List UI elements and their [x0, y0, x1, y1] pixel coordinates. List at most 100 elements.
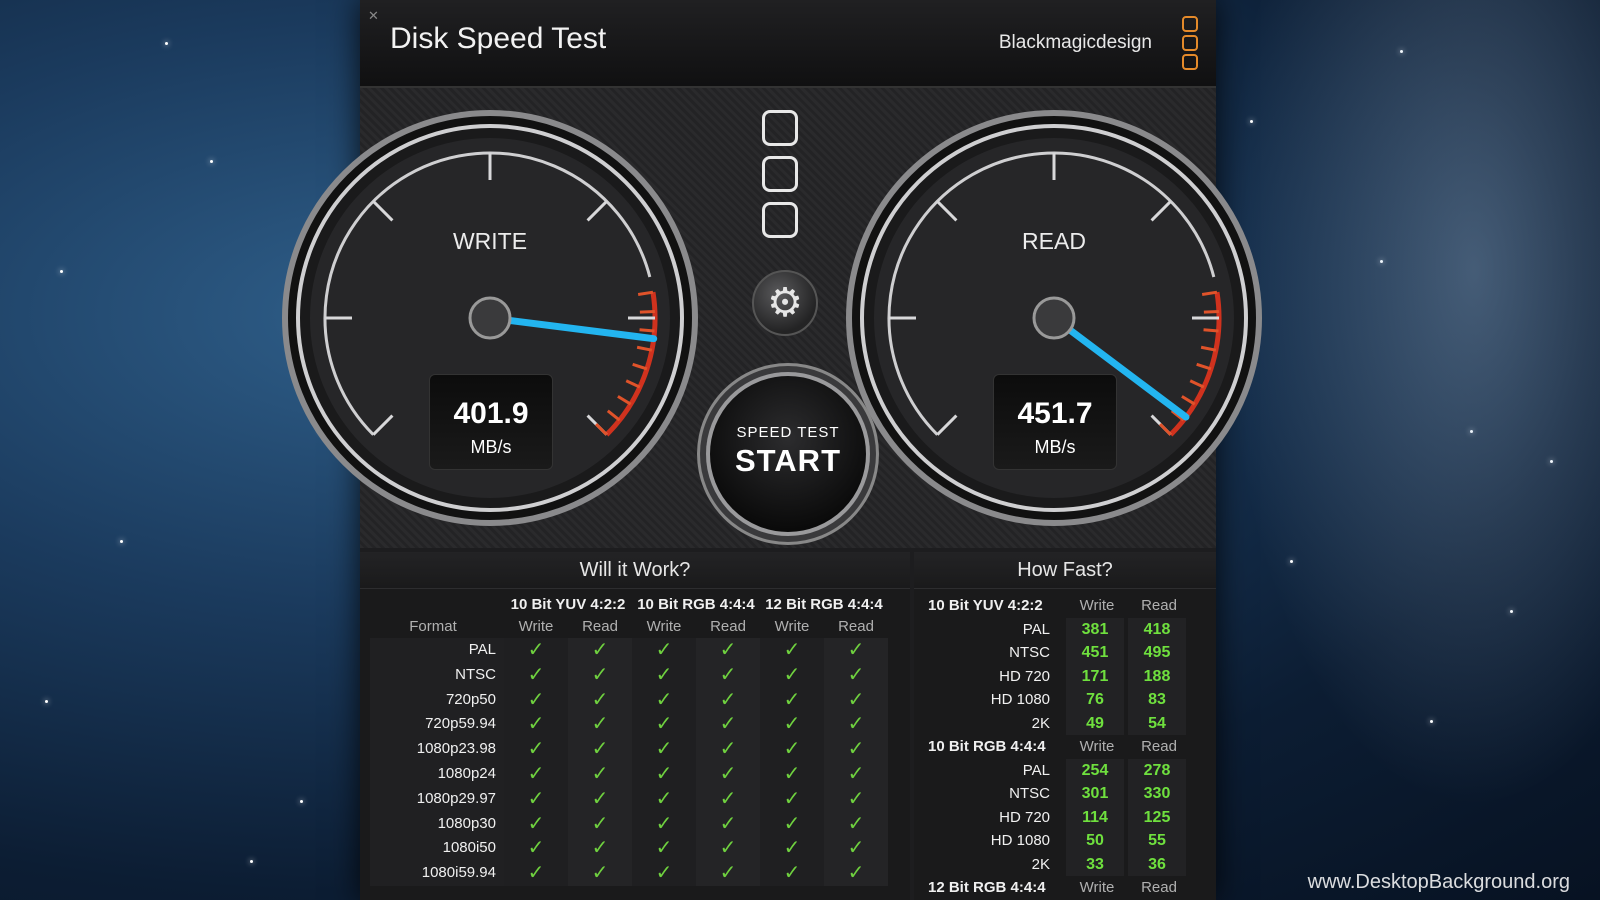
will-it-work-table: 10 Bit YUV 4:2:2 10 Bit RGB 4:4:4 12 Bit… — [370, 594, 898, 886]
read-speed-cell: 54 — [1128, 711, 1186, 735]
blackmagic-logo-icon — [1182, 16, 1198, 72]
gauge-redline-tick — [639, 328, 655, 333]
start-button-caption: SPEED TEST — [736, 424, 840, 441]
group-header: 10 Bit RGB 4:4:4 — [637, 596, 755, 613]
check-icon: ✓ — [760, 861, 824, 886]
write-speed-cell: 301 — [1066, 782, 1124, 806]
format-cell: 720p59.94 — [370, 712, 504, 738]
table-row: 720p50 ✓ ✓ ✓ ✓ ✓ ✓ — [370, 687, 898, 713]
read-speed-unit: MB/s — [1034, 437, 1076, 457]
read-speed-cell: 278 — [1128, 758, 1186, 783]
table-row: HD 720 171 188 — [928, 664, 1204, 689]
read-readout: 451.7 MB/s — [993, 374, 1117, 470]
gear-icon: ⚙ — [767, 281, 803, 325]
read-col-header: Read — [1141, 878, 1177, 896]
blackmagic-center-logo-icon — [762, 110, 800, 248]
check-icon: ✓ — [824, 687, 888, 713]
table-row: HD 720 114 125 — [928, 805, 1204, 830]
write-speed-cell: 171 — [1066, 664, 1124, 689]
will-it-work-panel: Will it Work? 10 Bit YUV 4:2:2 10 Bit RG… — [360, 552, 910, 900]
star — [45, 700, 48, 703]
group-name: 12 Bit RGB 4:4:4 — [928, 878, 1046, 896]
write-speed-cell: 114 — [1066, 805, 1124, 830]
star — [165, 42, 168, 45]
table-row: 1080p29.97 ✓ ✓ ✓ ✓ ✓ ✓ — [370, 786, 898, 812]
check-icon: ✓ — [760, 786, 824, 812]
check-icon: ✓ — [504, 861, 568, 886]
table-row: PAL 381 418 — [928, 618, 1204, 642]
check-icon: ✓ — [696, 786, 760, 812]
check-icon: ✓ — [696, 836, 760, 862]
check-icon: ✓ — [824, 861, 888, 886]
check-icon: ✓ — [632, 861, 696, 886]
subcol-header: Read — [582, 618, 618, 635]
check-icon: ✓ — [760, 836, 824, 862]
how-fast-group-header: 10 Bit YUV 4:2:2 Write Read — [928, 594, 1204, 618]
check-icon: ✓ — [696, 861, 760, 886]
check-icon: ✓ — [504, 811, 568, 837]
check-icon: ✓ — [696, 687, 760, 713]
write-speed-cell: 254 — [1066, 758, 1124, 783]
settings-button[interactable]: ⚙ — [752, 270, 818, 336]
will-it-work-rows: PAL ✓ ✓ ✓ ✓ ✓ ✓ NTSC ✓ ✓ ✓ ✓ ✓ ✓ 720p50 ✓ ✓ ✓ ✓ ✓ ✓ 720p59.94… — [370, 638, 898, 886]
table-row: NTSC 451 495 — [928, 641, 1204, 665]
how-fast-table: 10 Bit YUV 4:2:2 Write Read PAL 381 418 NTSC 45… — [928, 594, 1204, 900]
format-cell: NTSC — [1009, 644, 1050, 662]
check-icon: ✓ — [696, 737, 760, 762]
format-cell: 1080i50 — [370, 836, 504, 862]
check-icon: ✓ — [632, 712, 696, 738]
format-cell: 720p50 — [370, 687, 504, 713]
read-col-header: Read — [1141, 737, 1177, 755]
app-title: Disk Speed Test — [390, 22, 607, 55]
table-row: 1080p24 ✓ ✓ ✓ ✓ ✓ ✓ — [370, 761, 898, 787]
check-icon: ✓ — [504, 712, 568, 738]
check-icon: ✓ — [568, 761, 632, 787]
table-row: 1080p30 ✓ ✓ ✓ ✓ ✓ ✓ — [370, 811, 898, 837]
disk-speed-test-window: ✕ Disk Speed Test Blackmagicdesign WRITE… — [282, 0, 1262, 900]
read-speed-cell: 495 — [1128, 641, 1186, 665]
read-speed-cell: 36 — [1128, 852, 1186, 876]
check-icon: ✓ — [696, 712, 760, 738]
check-icon: ✓ — [824, 761, 888, 787]
star — [300, 800, 303, 803]
table-row: HD 1080 76 83 — [928, 688, 1204, 712]
gauge-redline-tick — [1203, 328, 1219, 333]
how-fast-title: How Fast? — [914, 552, 1216, 589]
format-cell: PAL — [1022, 621, 1050, 638]
read-col-header: Read — [1141, 597, 1177, 614]
check-icon: ✓ — [632, 786, 696, 812]
format-cell: 1080p30 — [370, 811, 504, 837]
check-icon: ✓ — [632, 662, 696, 688]
check-icon: ✓ — [504, 836, 568, 862]
format-cell: 2K — [1031, 855, 1050, 873]
check-icon: ✓ — [568, 638, 632, 663]
star — [60, 270, 63, 273]
table-row: 1080p23.98 ✓ ✓ ✓ ✓ ✓ ✓ — [370, 737, 898, 762]
write-readout: 401.9 MB/s — [429, 374, 553, 470]
check-icon: ✓ — [696, 811, 760, 837]
format-cell: NTSC — [1009, 785, 1050, 803]
check-icon: ✓ — [568, 811, 632, 837]
star — [250, 860, 253, 863]
gauge-hub — [468, 296, 512, 340]
subcolumn-header-row: Format Write Read Write Read Write Read — [370, 616, 898, 638]
title-bar: ✕ Disk Speed Test Blackmagicdesign — [360, 0, 1216, 88]
subcol-header: Write — [518, 618, 554, 635]
subcol-header: Write — [646, 618, 682, 635]
write-speed-cell: 451 — [1066, 641, 1124, 665]
write-col-header: Write — [1079, 878, 1115, 896]
table-row: HD 1080 50 55 — [928, 829, 1204, 853]
subcol-header: Read — [710, 618, 746, 635]
format-cell: 1080p24 — [370, 761, 504, 787]
format-cell: HD 720 — [999, 808, 1050, 826]
format-cell: PAL — [370, 638, 504, 663]
close-icon[interactable]: ✕ — [368, 9, 380, 22]
watermark-text: www.DesktopBackground.org — [1307, 871, 1570, 893]
speed-test-start-button[interactable]: SPEED TEST START — [706, 372, 870, 536]
check-icon: ✓ — [632, 761, 696, 787]
read-gauge-label: READ — [1022, 228, 1086, 254]
write-col-header: Write — [1079, 737, 1115, 755]
table-row: NTSC ✓ ✓ ✓ ✓ ✓ ✓ — [370, 662, 898, 688]
check-icon: ✓ — [632, 811, 696, 837]
check-icon: ✓ — [824, 786, 888, 812]
